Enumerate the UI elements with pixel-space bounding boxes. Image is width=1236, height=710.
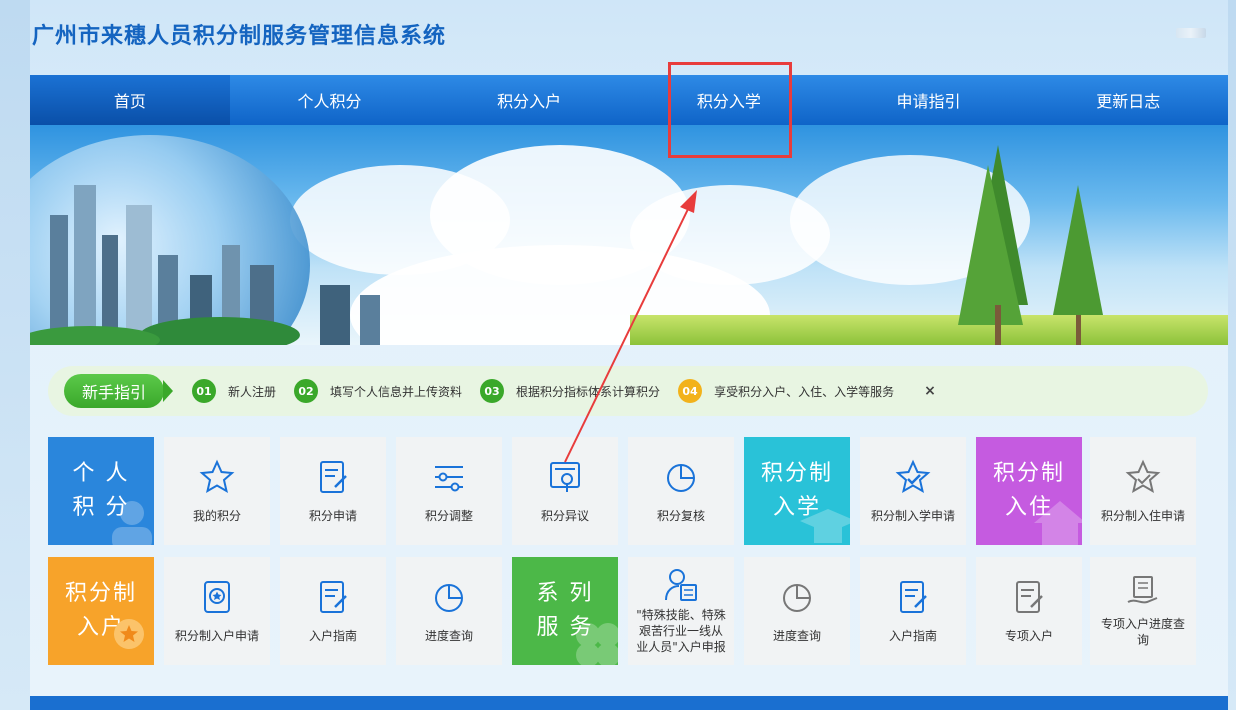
guide-step: 02 填写个人信息并上传资料 [294, 379, 462, 403]
review-doc-icon [550, 461, 580, 492]
tile-label: 积分申请 [308, 508, 357, 523]
pie-chart-gray-icon [783, 583, 811, 612]
beginner-guide-bar: 新手指引 01 新人注册 02 填写个人信息并上传资料 03 根据积分指标体系计… [48, 366, 1208, 416]
step-number: 02 [294, 379, 319, 403]
tile-label: 积分异议 [540, 508, 589, 523]
pie-chart-icon [667, 463, 695, 492]
tile-label: 专项入户进度查 询 [1100, 617, 1185, 647]
nav-update-log[interactable]: 更新日志 [1028, 75, 1228, 125]
guide-step: 01 新人注册 [192, 379, 276, 403]
tile-label: "特殊技能、特殊 艰苦行业一线从 业人员"入户申报 [636, 608, 726, 654]
tile-points-recheck[interactable]: 积分复核 [628, 437, 734, 545]
hand-doc-icon [1127, 576, 1158, 604]
step-text: 新人注册 [228, 384, 277, 399]
nav-highlight-box [668, 62, 792, 158]
star-check-outline-icon [1125, 459, 1161, 493]
guide-badge: 新手指引 [64, 374, 174, 408]
tile-label: 我的积分 [192, 508, 241, 523]
close-icon[interactable]: × [924, 383, 936, 399]
tile-points-school[interactable]: 积分制 入学 [744, 437, 850, 545]
step-text: 享受积分入户、入住、入学等服务 [714, 384, 895, 399]
tile-label: 积分制入学申请 [870, 508, 955, 523]
bottom-bar [30, 696, 1228, 710]
sliders-icon [435, 465, 463, 491]
step-number: 01 [192, 379, 217, 403]
tile-my-points[interactable]: 我的积分 [164, 437, 270, 545]
tile-label: 积分调整 [424, 508, 473, 523]
page-left-edge [0, 0, 30, 710]
tile-settlement-guide-2[interactable]: 入户指南 [860, 557, 966, 665]
step-text: 根据积分指标体系计算积分 [516, 384, 661, 399]
tile-school-apply[interactable]: 积分制入学申请 [860, 437, 966, 545]
tile-series-services[interactable]: 系 列 服 务 [512, 557, 618, 665]
banner-image [30, 125, 1228, 345]
pie-chart-icon [435, 583, 463, 612]
tile-label: 入户指南 [888, 628, 937, 643]
tile-label: 积分制入户申请 [174, 628, 259, 643]
header-widget [1176, 28, 1206, 38]
tile-progress-query[interactable]: 进度查询 [396, 557, 502, 665]
tile-label: 进度查询 [772, 628, 821, 643]
tile-special-settlement-progress[interactable]: 专项入户进度查 询 [1090, 557, 1196, 665]
step-number: 03 [480, 379, 505, 403]
star-badge-icon [114, 619, 144, 649]
tile-label: 专项入户 [1004, 628, 1053, 643]
badge-icon [204, 580, 230, 613]
tile-settlement-guide[interactable]: 入户指南 [280, 557, 386, 665]
tile-label: 入户指南 [308, 628, 357, 643]
nav-personal-points[interactable]: 个人积分 [230, 75, 430, 125]
tile-settlement-apply[interactable]: 积分制入户申请 [164, 557, 270, 665]
tile-points-apply[interactable]: 积分申请 [280, 437, 386, 545]
tile-personal-points[interactable]: 个 人 积 分 [48, 437, 154, 545]
tile-points-settlement[interactable]: 积分制 入户 [48, 557, 154, 665]
step-number: 04 [678, 379, 703, 403]
nav-home[interactable]: 首页 [30, 75, 230, 125]
tile-residence-apply[interactable]: 积分制入住申请 [1090, 437, 1196, 545]
tile-label: 积分制入住申请 [1100, 508, 1185, 523]
edit-doc-icon [900, 580, 927, 613]
nav-points-settlement[interactable]: 积分入户 [429, 75, 629, 125]
site-title: 广州市来穗人员积分制服务管理信息系统 [32, 24, 447, 49]
edit-doc-icon [320, 580, 347, 613]
tile-label: 进度查询 [424, 628, 473, 643]
tile-points-residence[interactable]: 积分制 入住 [976, 437, 1082, 545]
tile-points-objection[interactable]: 积分异议 [512, 437, 618, 545]
guide-step: 03 根据积分指标体系计算积分 [480, 379, 660, 403]
tile-points-adjust[interactable]: 积分调整 [396, 437, 502, 545]
guide-step: 04 享受积分入户、入住、入学等服务 [678, 379, 894, 403]
tile-label: 积分复核 [656, 508, 705, 523]
main-nav: 首页 个人积分 积分入户 积分入学 申请指引 更新日志 [30, 75, 1228, 125]
tile-progress-query-2[interactable]: 进度查询 [744, 557, 850, 665]
user-doc-icon [665, 569, 697, 601]
tile-special-settlement[interactable]: 专项入户 [976, 557, 1082, 665]
edit-doc-gray-icon [1016, 580, 1043, 613]
tile-special-skills-apply[interactable]: "特殊技能、特殊 艰苦行业一线从 业人员"入户申报 [628, 557, 734, 665]
step-text: 填写个人信息并上传资料 [330, 384, 463, 399]
nav-application-guide[interactable]: 申请指引 [829, 75, 1029, 125]
star-check-icon [895, 459, 931, 493]
page-right-edge [1228, 0, 1236, 710]
star-icon [199, 459, 235, 493]
edit-doc-icon [320, 460, 347, 493]
